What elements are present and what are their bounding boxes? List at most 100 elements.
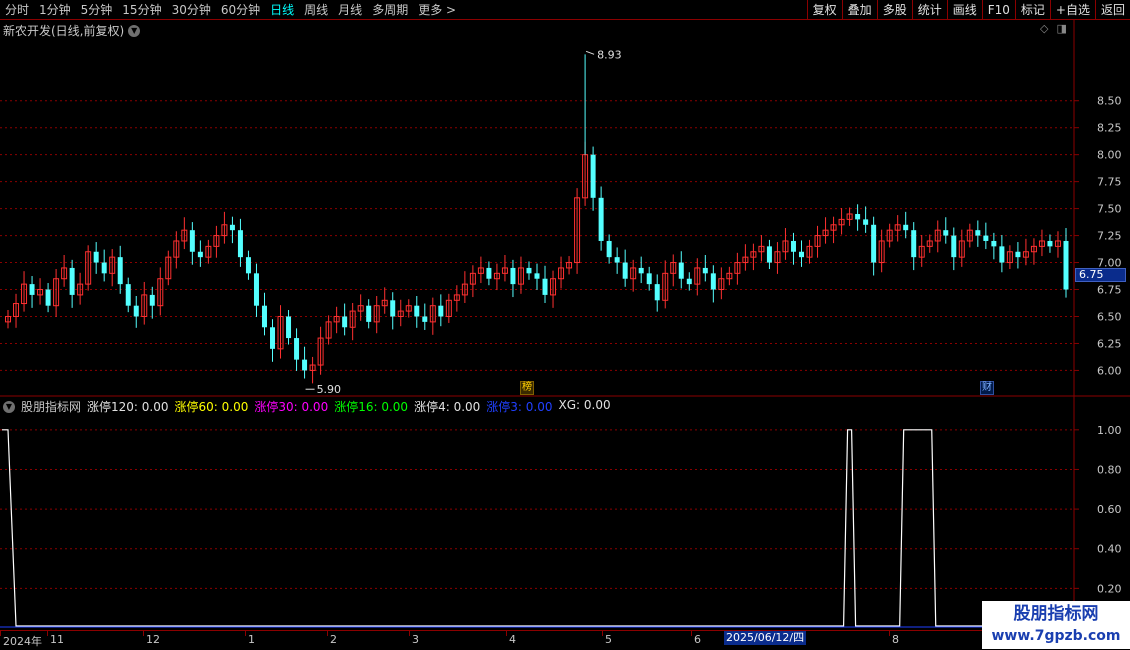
candle (894, 215, 901, 242)
candle (838, 208, 845, 235)
candle-body (790, 240, 796, 252)
period-tab[interactable]: 日线 (265, 0, 299, 20)
candle (261, 292, 267, 336)
candle (381, 287, 388, 314)
candle (702, 254, 708, 282)
chart-canvas[interactable]: 8.935.90 6.006.256.506.757.007.257.507.7… (0, 0, 1130, 650)
chevron-down-icon[interactable]: ▼ (128, 24, 141, 37)
diamond-icon[interactable]: ◇ (1040, 22, 1048, 35)
period-tab[interactable]: 更多 > (413, 0, 461, 20)
candle (517, 256, 524, 294)
indicator-value: 涨停120: 0.00 (87, 400, 169, 414)
candle-body (486, 267, 492, 279)
candle-body (422, 316, 428, 322)
candle-body (903, 224, 909, 231)
tool-button[interactable]: 复权 (806, 0, 842, 20)
candle (1047, 234, 1053, 253)
candle-body (983, 235, 989, 241)
candle (863, 206, 869, 233)
candle (598, 186, 604, 251)
candle (742, 244, 749, 271)
period-tab[interactable]: 60分钟 (216, 0, 265, 20)
rank-marker[interactable]: 榜 (520, 381, 534, 395)
candle (277, 305, 284, 359)
candle (654, 274, 660, 312)
candle (622, 249, 628, 287)
candle-body (510, 267, 516, 285)
period-tab[interactable]: 30分钟 (167, 0, 216, 20)
high-price-label: 8.93 (597, 48, 622, 61)
candle (270, 319, 276, 362)
candle-body (702, 267, 708, 274)
candle-body (29, 284, 35, 295)
price-tick-label: 6.25 (1097, 337, 1122, 350)
candle (53, 269, 60, 318)
candle (510, 259, 516, 298)
candle-body (69, 267, 75, 295)
price-tick-label: 8.50 (1097, 95, 1122, 108)
period-tab[interactable]: 15分钟 (117, 0, 166, 20)
period-tab[interactable]: 5分钟 (76, 0, 118, 20)
period-tab[interactable]: 周线 (299, 0, 333, 20)
price-tick-label: 7.25 (1097, 230, 1122, 243)
date-tick-label: 5 (605, 633, 612, 646)
period-tab[interactable]: 月线 (333, 0, 367, 20)
panel-toggle-icon[interactable]: ◨ (1056, 22, 1066, 35)
candle-body (366, 305, 372, 322)
candle (943, 217, 949, 244)
indicator-axis: 0.20 0.40 0.60 0.80 1.00 (1074, 424, 1122, 595)
candle-body (133, 305, 139, 317)
candle (975, 220, 981, 247)
indicator-name: 股朋指标网 (21, 400, 82, 414)
candle-body (1063, 240, 1069, 290)
candle-body (638, 267, 644, 274)
candle (934, 220, 941, 253)
candle (846, 207, 853, 226)
candle (710, 265, 716, 303)
tool-button[interactable]: 统计 (911, 0, 947, 20)
tool-button[interactable]: 标记 (1014, 0, 1050, 20)
period-tab[interactable]: 多周期 (367, 0, 413, 20)
tool-button[interactable]: 多股 (876, 0, 912, 20)
candle (1030, 238, 1037, 265)
indicator-tick-label: 0.40 (1097, 543, 1122, 556)
candle (814, 225, 821, 258)
chevron-down-icon[interactable]: ▼ (3, 400, 15, 413)
candle-body (245, 257, 251, 274)
candle-body (911, 230, 917, 258)
date-tick-label: 6 (694, 633, 701, 646)
corner-icons: ◇ ◨ (1040, 22, 1067, 35)
candle-body (863, 219, 869, 225)
candle (445, 293, 452, 323)
candle (662, 260, 669, 309)
date-tick-label: 2024年 (3, 635, 42, 648)
tool-button[interactable]: F10 (981, 0, 1015, 20)
date-tick-mark (409, 631, 410, 636)
date-tick-mark (245, 631, 246, 636)
candle (806, 239, 813, 264)
price-tick-label: 8.25 (1097, 122, 1122, 135)
candle-body (943, 230, 949, 236)
period-tab[interactable]: 分时 (0, 0, 34, 20)
candle (45, 283, 51, 313)
candle-body (951, 235, 957, 258)
candle (542, 265, 548, 303)
tool-button[interactable]: 画线 (946, 0, 982, 20)
tool-button[interactable]: +自选 (1049, 0, 1095, 20)
watermark: 股朋指标网 www.7gpzb.com (982, 601, 1130, 649)
date-tick-label: 3 (412, 633, 419, 646)
indicator-title-bar: ▼ 股朋指标网 涨停120: 0.00 涨停60: 0.00 涨停30: 0.00 涨… (3, 398, 611, 415)
candle (302, 346, 308, 379)
tool-button[interactable]: 叠加 (841, 0, 877, 20)
price-tick-label: 7.50 (1097, 203, 1122, 216)
candle (317, 326, 324, 375)
candle-body (598, 197, 604, 241)
finance-marker[interactable]: 财 (980, 381, 994, 395)
tool-button[interactable]: 返回 (1094, 0, 1130, 20)
watermark-title: 股朋指标网 (1013, 604, 1099, 624)
date-tick-mark (0, 631, 1, 636)
candle-body (855, 214, 861, 220)
price-tick-label: 6.00 (1097, 364, 1122, 377)
candle (646, 266, 652, 291)
period-tab[interactable]: 1分钟 (34, 0, 76, 20)
